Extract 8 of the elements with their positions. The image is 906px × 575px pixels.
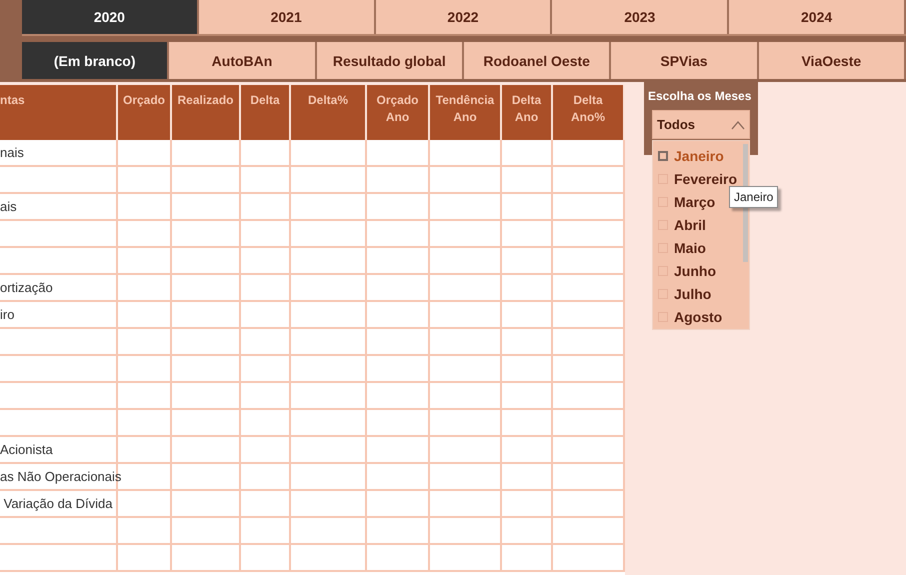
row-label: Variação da Dívida bbox=[0, 491, 118, 516]
filter-title: Escolha os Meses bbox=[648, 89, 752, 103]
row-label: Acionista bbox=[0, 437, 118, 462]
tooltip: Janeiro bbox=[729, 186, 778, 208]
row-label: ais bbox=[0, 194, 118, 219]
row-label: nais bbox=[0, 140, 118, 165]
row-label: iro bbox=[0, 302, 118, 327]
row-label: ortização bbox=[0, 275, 118, 300]
